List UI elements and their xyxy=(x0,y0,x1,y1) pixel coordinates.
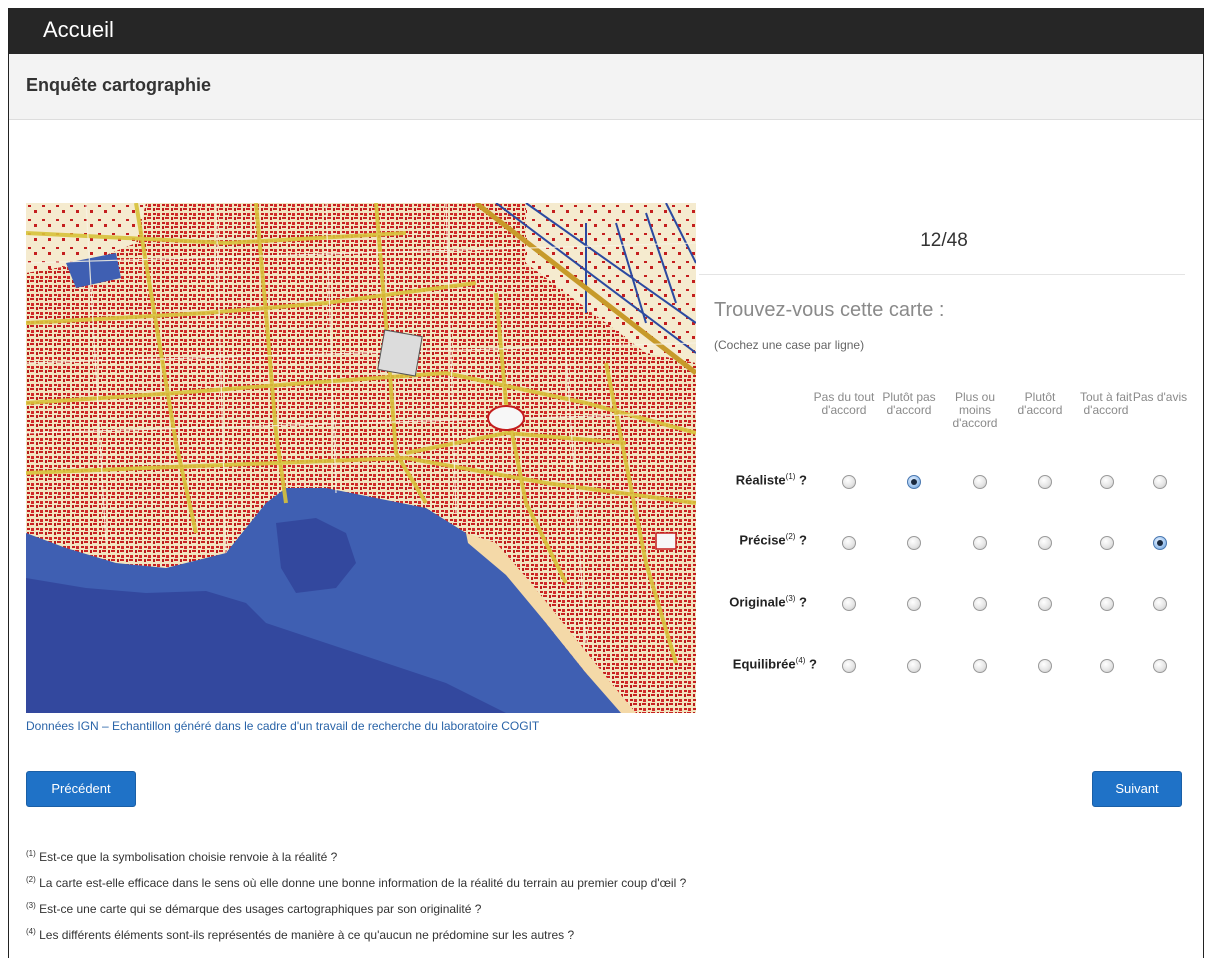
radio-4-2[interactable] xyxy=(907,659,921,673)
column-header-6: Pas d'avis xyxy=(1132,390,1188,404)
divider xyxy=(699,274,1185,275)
app-frame: Accueil Enquête cartographie Données IGN… xyxy=(8,8,1204,958)
column-header-3: Plus ou moins d'accord xyxy=(952,390,998,430)
radio-4-1[interactable] xyxy=(842,659,856,673)
radio-1-3[interactable] xyxy=(973,475,987,489)
map-illustration xyxy=(26,203,696,713)
row-label-originale: Originale(3) ? xyxy=(729,594,807,610)
radio-1-6[interactable] xyxy=(1153,475,1167,489)
radio-3-6[interactable] xyxy=(1153,597,1167,611)
radio-3-5[interactable] xyxy=(1100,597,1114,611)
radio-3-4[interactable] xyxy=(1038,597,1052,611)
map-image xyxy=(26,203,696,713)
column-header-5: Tout à fait d'accord xyxy=(1079,390,1133,417)
footnotes: (1) Est-ce que la symbolisation choisie … xyxy=(26,846,686,950)
top-navbar: Accueil xyxy=(9,8,1203,54)
radio-3-1[interactable] xyxy=(842,597,856,611)
radio-2-1[interactable] xyxy=(842,536,856,550)
radio-1-1[interactable] xyxy=(842,475,856,489)
radio-2-3[interactable] xyxy=(973,536,987,550)
page-title: Enquête cartographie xyxy=(26,75,212,95)
footnote-3: (3) Est-ce une carte qui se démarque des… xyxy=(26,901,482,916)
radio-1-4[interactable] xyxy=(1038,475,1052,489)
radio-3-3[interactable] xyxy=(973,597,987,611)
radio-4-4[interactable] xyxy=(1038,659,1052,673)
row-label-precise: Précise(2) ? xyxy=(739,532,807,548)
footnote-4: (4) Les différents éléments sont-ils rep… xyxy=(26,927,575,942)
footnote-1: (1) Est-ce que la symbolisation choisie … xyxy=(26,849,338,864)
instruction-text: (Cochez une case par ligne) xyxy=(714,338,865,352)
previous-button[interactable]: Précédent xyxy=(26,771,136,807)
radio-2-4[interactable] xyxy=(1038,536,1052,550)
radio-4-3[interactable] xyxy=(973,659,987,673)
radio-4-6[interactable] xyxy=(1153,659,1167,673)
radio-2-2[interactable] xyxy=(907,536,921,550)
next-button[interactable]: Suivant xyxy=(1092,771,1182,807)
radio-4-5[interactable] xyxy=(1100,659,1114,673)
row-label-equilibree: Equilibrée(4) ? xyxy=(732,656,817,672)
column-header-2: Plutôt pas d'accord xyxy=(882,390,936,417)
footnote-2: (2) La carte est-elle efficace dans le s… xyxy=(26,875,687,890)
column-header-4: Plutôt d'accord xyxy=(1017,390,1063,417)
home-link[interactable]: Accueil xyxy=(43,17,114,43)
map-credits: Données IGN – Echantillon généré dans le… xyxy=(26,719,540,733)
radio-3-2[interactable] xyxy=(907,597,921,611)
radio-1-5[interactable] xyxy=(1100,475,1114,489)
radio-1-2[interactable] xyxy=(907,475,921,489)
panel-header: Enquête cartographie xyxy=(9,54,1203,120)
question-counter: 12/48 xyxy=(920,230,968,251)
radio-2-5[interactable] xyxy=(1100,536,1114,550)
row-label-realiste: Réaliste(1) ? xyxy=(735,472,807,488)
radio-2-6[interactable] xyxy=(1153,536,1167,550)
question-text: Trouvez-vous cette carte : xyxy=(714,299,945,321)
column-header-1: Pas du tout d'accord xyxy=(813,390,875,417)
